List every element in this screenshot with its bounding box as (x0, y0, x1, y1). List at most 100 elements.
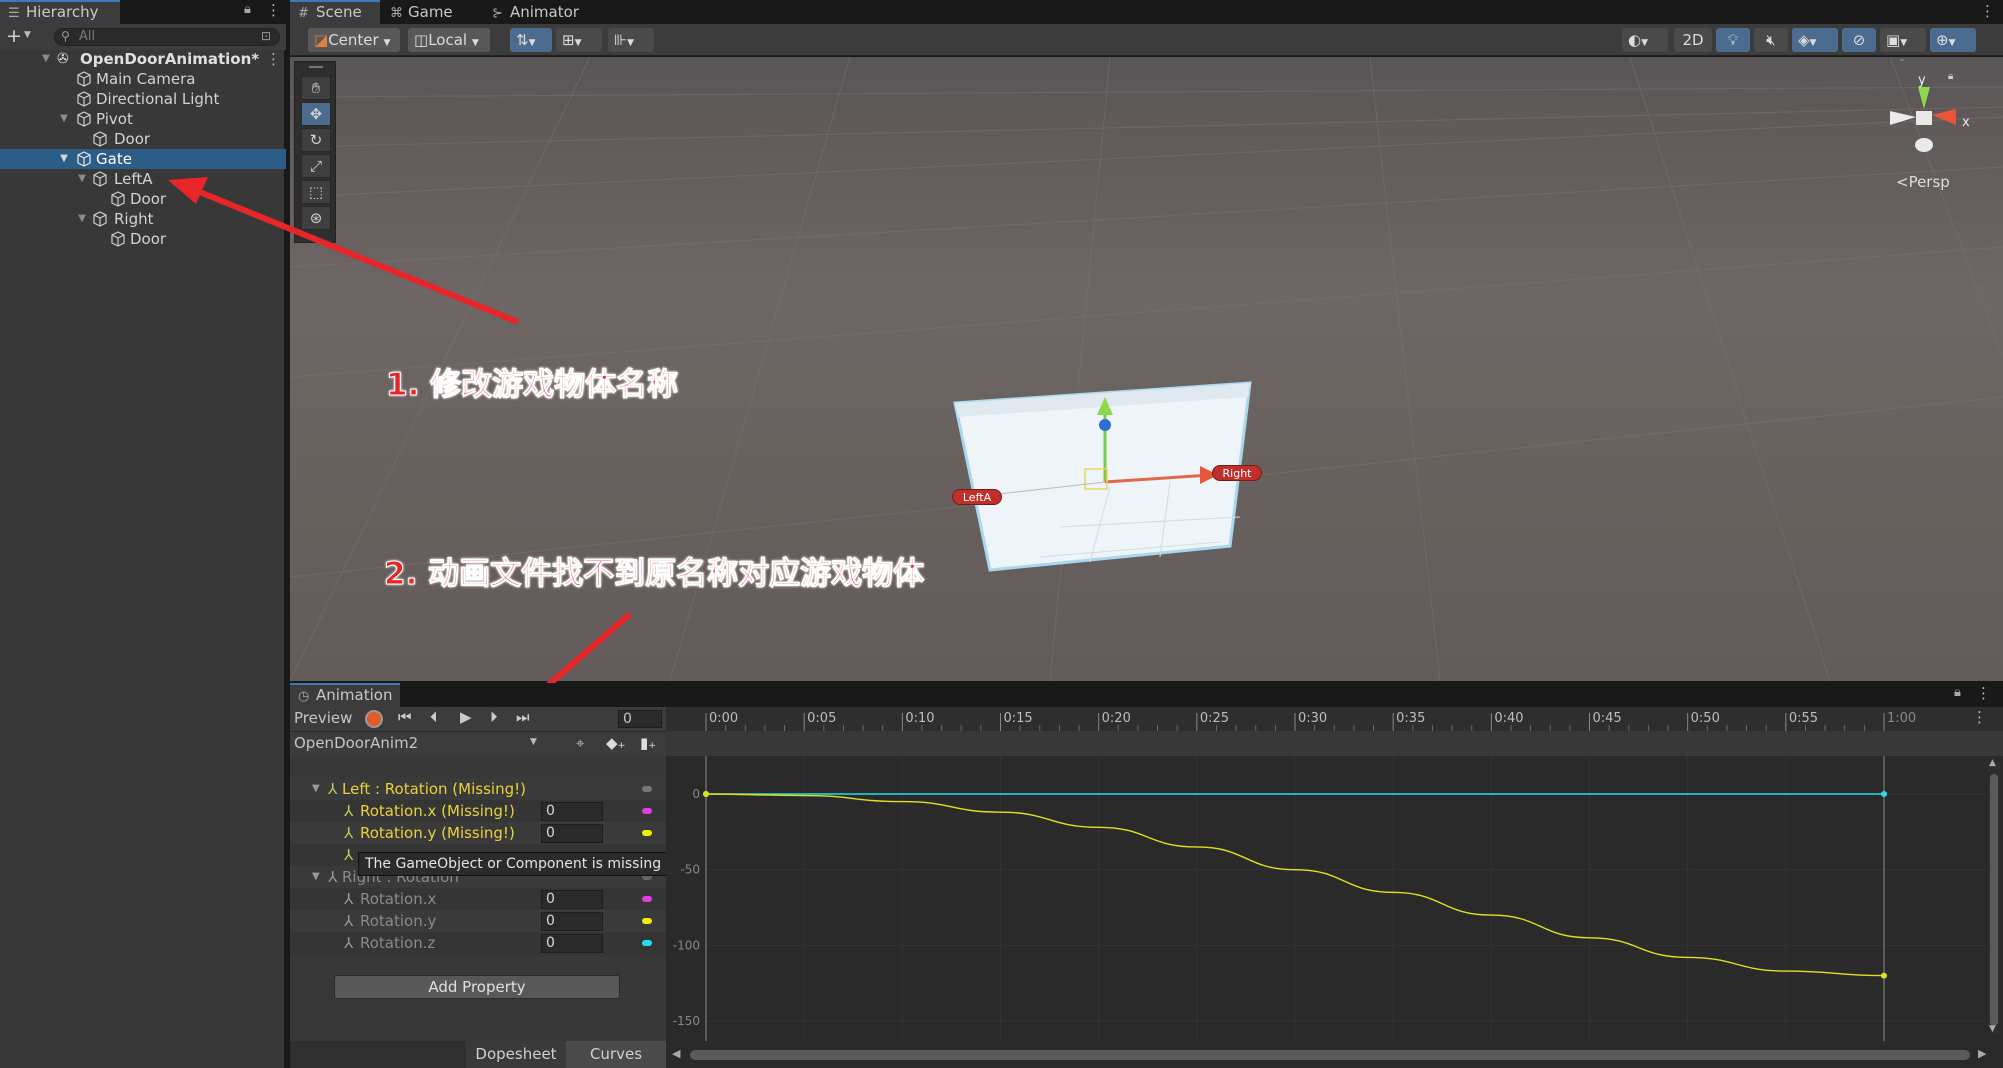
foldout-arrow-icon[interactable]: ▼ (40, 49, 52, 69)
timeline-ruler[interactable]: 0:00 0:05 0:10 0:15 0:20 0:25 0:30 0:35 0:40 0:45… (666, 707, 2003, 731)
add-event-icon[interactable]: ▮₊ (640, 734, 656, 752)
tab-scene[interactable]: # Scene (290, 0, 380, 24)
more-menu-icon[interactable]: ⋮ (266, 1, 281, 19)
chevron-down-icon[interactable]: ▼ (24, 30, 31, 40)
hierarchy-item-main-camera[interactable]: Main Camera (0, 69, 286, 89)
hierarchy-item-right[interactable]: ▼ Right (0, 209, 286, 229)
keyframe-point[interactable] (703, 791, 709, 797)
projection-label[interactable]: <Persp (1896, 173, 1950, 191)
frame-input[interactable]: 0 (618, 710, 662, 728)
tab-dopesheet[interactable]: Dopesheet (466, 1041, 566, 1068)
search-filter-icon[interactable]: ⊡ (261, 29, 271, 43)
play-icon[interactable]: ▶︎ (460, 708, 472, 726)
effects-dropdown[interactable]: ◈▼ (1792, 28, 1838, 52)
tab-animation[interactable]: ◷ Animation (290, 683, 400, 707)
ruler-more-icon[interactable]: ⋮ (1972, 708, 1987, 726)
property-row-left-rot-x[interactable]: ⅄ Rotation.x (Missing!) 0 (290, 800, 666, 822)
2d-toggle-button[interactable]: 2D (1674, 28, 1712, 52)
hidden-objects-toggle[interactable]: ⊘ (1842, 28, 1876, 52)
keyframe-point[interactable] (1881, 972, 1887, 979)
curve-editor[interactable]: 0 -50 -100 -150 ▲ ▼ (666, 756, 2003, 1041)
right-scene-label[interactable]: Right (1212, 465, 1262, 481)
foldout-arrow-icon[interactable]: ▼ (58, 149, 70, 169)
scale-tool-button[interactable]: ⤢ (301, 154, 331, 178)
gizmo-lock-icon[interactable]: 🔒︎ (1948, 71, 1953, 82)
event-lane[interactable] (666, 731, 2003, 756)
tab-hierarchy[interactable]: ☰ Hierarchy (0, 0, 120, 24)
increment-snap-button[interactable]: ⊪▼ (608, 28, 654, 52)
transform-tool-button[interactable]: ⊛ (301, 206, 331, 230)
hierarchy-item-gate[interactable]: ▼ Gate (0, 149, 286, 169)
first-keyframe-icon[interactable]: ⏮︎ (398, 708, 412, 726)
property-value-input[interactable]: 0 (541, 802, 603, 821)
hierarchy-item-directional-light[interactable]: Directional Light (0, 89, 286, 109)
tab-game[interactable]: ⌘ Game (382, 0, 462, 24)
camera-dropdown[interactable]: ▣▼ (1880, 28, 1926, 52)
last-keyframe-icon[interactable]: ⏭︎ (516, 708, 530, 726)
rect-tool-button[interactable]: ⬚ (301, 180, 331, 204)
hierarchy-item-lefta-door[interactable]: Door (0, 189, 286, 209)
scene-menu-icon[interactable]: ⋮ (266, 49, 281, 69)
draw-mode-dropdown[interactable]: ◐▼ (1622, 28, 1668, 52)
hand-tool-button[interactable]: ✋︎ (301, 76, 331, 100)
lefta-scene-label[interactable]: LeftA (952, 489, 1002, 505)
lock-icon[interactable]: 🔒︎ (1954, 685, 1961, 700)
rotate-tool-button[interactable]: ↻ (301, 128, 331, 152)
foldout-arrow-icon[interactable]: ▼ (76, 209, 88, 229)
property-group-left[interactable]: ▼ ⅄ Left : Rotation (Missing!) (290, 778, 666, 800)
property-value-input[interactable]: 0 (541, 934, 603, 953)
chevron-down-icon[interactable]: ▼ (530, 737, 537, 747)
grid-snap-button[interactable]: ⊞▼ (556, 28, 602, 52)
property-value-input[interactable]: 0 (541, 912, 603, 931)
clip-dropdown[interactable]: OpenDoorAnim2 (294, 734, 418, 752)
scroll-left-icon[interactable]: ◀ (672, 1047, 680, 1060)
preview-toggle[interactable]: Preview (294, 709, 352, 727)
keyframe-point[interactable] (1881, 791, 1887, 797)
add-icon[interactable]: + (6, 25, 22, 47)
hierarchy-item-pivot-door[interactable]: Door (0, 129, 286, 149)
filter-keyframes-icon[interactable]: ⌖ (576, 734, 584, 752)
horizontal-scrollbar[interactable]: ◀ ▶ (666, 1041, 2003, 1068)
gizmos-dropdown[interactable]: ⊕▼ (1930, 28, 1976, 52)
search-input[interactable]: ⚲ All ⊡ (54, 28, 280, 46)
property-row-left-rot-y[interactable]: ⅄ Rotation.y (Missing!) 0 (290, 822, 666, 844)
hierarchy-item-pivot[interactable]: ▼ Pivot (0, 109, 286, 129)
hierarchy-item-lefta[interactable]: ▼ LeftA (0, 169, 286, 189)
record-button[interactable] (365, 710, 383, 728)
property-row-right-rot-x[interactable]: ⅄ Rotation.x 0 (290, 888, 666, 910)
pivot-center-dropdown[interactable]: ◪Center ▼ (308, 28, 400, 52)
foldout-arrow-icon[interactable]: ▼ (312, 778, 320, 800)
next-keyframe-icon[interactable]: ⏵︎ (490, 708, 498, 726)
property-value-input[interactable]: 0 (541, 824, 603, 843)
foldout-arrow-icon[interactable]: ▼ (58, 109, 70, 129)
scroll-up-icon[interactable]: ▲ (1989, 758, 1996, 768)
move-tool-button[interactable]: ✥ (301, 102, 331, 126)
prev-keyframe-icon[interactable]: ⏴︎ (430, 708, 438, 726)
property-row-right-rot-y[interactable]: ⅄ Rotation.y 0 (290, 910, 666, 932)
foldout-arrow-icon[interactable]: ▼ (76, 169, 88, 189)
add-property-button[interactable]: Add Property (334, 975, 620, 999)
tab-curves[interactable]: Curves (566, 1041, 666, 1068)
property-row-right-rot-z[interactable]: ⅄ Rotation.z 0 (290, 932, 666, 954)
tab-animator[interactable]: ⊱ Animator (484, 0, 594, 24)
scroll-right-icon[interactable]: ▶ (1978, 1047, 1986, 1060)
drag-handle[interactable] (309, 66, 323, 68)
scene-more-icon[interactable]: ⋮ (1980, 2, 1995, 20)
scene-viewport[interactable]: LeftA Right ✋︎ ✥ ↻ ⤢ ⬚ ⊛ 🔒︎ y x <Persp 1… (290, 57, 2003, 681)
hierarchy-scene-row[interactable]: ▼ ✇ OpenDoorAnimation* ⋮ (0, 49, 286, 69)
add-keyframe-icon[interactable]: ◆₊ (606, 734, 625, 752)
orientation-gizmo[interactable]: 🔒︎ y x <Persp (1880, 59, 1990, 205)
vertical-scrollbar[interactable]: ▲ ▼ (1988, 758, 2000, 1034)
hierarchy-item-right-door[interactable]: Door (0, 229, 286, 249)
property-value-input[interactable]: 0 (541, 890, 603, 909)
anim-more-icon[interactable]: ⋮ (1976, 684, 1991, 702)
horizontal-scroll-thumb[interactable] (690, 1050, 1970, 1060)
scroll-down-icon[interactable]: ▼ (1989, 1024, 1996, 1034)
lock-icon[interactable]: 🔒︎ (244, 2, 251, 17)
lighting-toggle[interactable]: 💡︎ (1716, 28, 1750, 52)
space-local-dropdown[interactable]: ◫Local ▼ (408, 28, 490, 52)
vertical-scroll-thumb[interactable] (1990, 774, 1998, 1026)
audio-toggle[interactable]: 🔇︎ (1754, 28, 1788, 52)
foldout-arrow-icon[interactable]: ▼ (312, 866, 320, 888)
snap-toggle[interactable]: ⇅▼ (510, 28, 552, 52)
